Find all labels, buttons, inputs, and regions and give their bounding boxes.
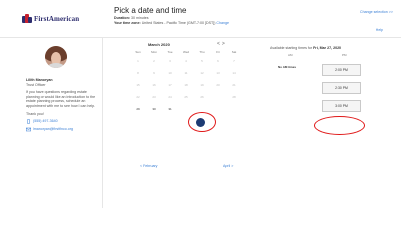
time-slot-button[interactable]: 2:00 PM bbox=[322, 64, 361, 76]
logo-text: FirstAmerican bbox=[34, 14, 80, 23]
calendar-week: 15 16 17 18 19 20 21 bbox=[130, 79, 246, 91]
calendar-day[interactable]: 16 bbox=[146, 79, 162, 91]
calendar-day[interactable]: 11 bbox=[178, 67, 194, 79]
logo-mark-icon bbox=[22, 14, 32, 23]
calendar-day[interactable]: 31 bbox=[162, 103, 178, 115]
duration-value: 30 minutes bbox=[130, 16, 149, 20]
calendar-day[interactable]: 18 bbox=[178, 79, 194, 91]
calendar-day[interactable]: 25 bbox=[178, 91, 194, 103]
calendar-month: March 2020 bbox=[148, 42, 170, 47]
available-times-heading: Available starting times for Fri, Mar 27… bbox=[270, 46, 341, 50]
phone-icon bbox=[27, 119, 30, 125]
calendar-day[interactable]: 12 bbox=[194, 67, 210, 79]
calendar-day[interactable]: 2 bbox=[146, 55, 162, 67]
calendar-nav: <> bbox=[217, 41, 227, 47]
calendar-weeks: 1 2 3 4 5 6 7 8 9 10 11 12 13 14 15 16 17 18 19 20 21 22 23 24 2… bbox=[130, 55, 246, 115]
profile-panel: Lilith Manoryan Trust Officer If you hav… bbox=[26, 78, 98, 135]
duration-label: Duration: bbox=[114, 16, 130, 20]
calendar-day[interactable]: 6 bbox=[210, 55, 226, 67]
time-highlight-circle bbox=[314, 116, 365, 135]
calendar-day[interactable]: 22 bbox=[130, 91, 146, 103]
calendar-week: 1234567 bbox=[130, 55, 246, 67]
calendar-day[interactable]: 8 bbox=[130, 67, 146, 79]
calendar-day bbox=[210, 103, 226, 115]
company-logo[interactable]: FirstAmerican bbox=[22, 14, 79, 23]
next-month-icon[interactable]: > bbox=[222, 41, 227, 47]
calendar-day[interactable]: 23 bbox=[146, 91, 162, 103]
help-link[interactable]: Help bbox=[376, 28, 383, 32]
page-title: Pick a date and time bbox=[114, 6, 187, 15]
panel-divider bbox=[102, 38, 103, 208]
calendar-day[interactable]: 30 bbox=[146, 103, 162, 115]
no-am-times: No AM times bbox=[278, 65, 297, 69]
avatar bbox=[45, 46, 67, 68]
timezone-label: Your time zone: bbox=[114, 21, 141, 25]
profile-blurb: If you have questions regarding estate p… bbox=[26, 90, 96, 108]
calendar-day[interactable]: 28 bbox=[226, 91, 242, 103]
date-highlight-circle bbox=[188, 112, 216, 132]
available-times-date: Fri, Mar 27, 2020 bbox=[313, 46, 342, 50]
calendar-day[interactable]: 14 bbox=[226, 67, 242, 79]
calendar-day[interactable]: 3 bbox=[162, 55, 178, 67]
change-selection-link[interactable]: Change selection >> bbox=[360, 10, 393, 14]
calendar-day[interactable]: 29 bbox=[130, 103, 146, 115]
phone-number: (555) 497-3640 bbox=[33, 119, 58, 124]
calendar-day[interactable]: 7 bbox=[226, 55, 242, 67]
calendar-day[interactable]: 27 bbox=[210, 91, 226, 103]
time-slot-button[interactable]: 2:30 PM bbox=[322, 82, 361, 94]
next-month-link[interactable]: April > bbox=[223, 164, 233, 168]
calendar-day[interactable]: 19 bbox=[194, 79, 210, 91]
am-column-label: AM bbox=[288, 53, 293, 57]
profile-thanks: Thank you! bbox=[26, 111, 44, 116]
calendar-week: 8 9 10 11 12 13 14 bbox=[130, 67, 246, 79]
calendar-day[interactable]: 20 bbox=[210, 79, 226, 91]
timezone-change-link[interactable]: Change bbox=[216, 21, 229, 25]
calendar-day bbox=[178, 103, 194, 115]
calendar-day bbox=[226, 103, 242, 115]
calendar-week: 22 23 24 25 26 27 28 bbox=[130, 91, 246, 103]
prev-month-link[interactable]: < February bbox=[140, 164, 157, 168]
calendar-day[interactable]: 26 bbox=[194, 91, 210, 103]
available-times-prefix: Available starting times for bbox=[270, 46, 313, 50]
time-slot-button[interactable]: 3:00 PM bbox=[322, 100, 361, 112]
timezone-value: United States - Pacific Time (GMT-7:00 [… bbox=[141, 21, 216, 25]
calendar-day[interactable]: 9 bbox=[146, 67, 162, 79]
calendar-day[interactable]: 17 bbox=[162, 79, 178, 91]
calendar-day[interactable]: 10 bbox=[162, 67, 178, 79]
email-contact[interactable]: lmanoryan@firstfinco.org bbox=[26, 127, 98, 132]
calendar-week: 29 30 31 bbox=[130, 103, 246, 115]
profile-role: Trust Officer bbox=[26, 82, 46, 87]
calendar-day[interactable]: 21 bbox=[226, 79, 242, 91]
calendar-day[interactable]: 24 bbox=[162, 91, 178, 103]
pm-column-label: PM bbox=[342, 53, 347, 57]
meeting-info: Duration: 30 minutes Your time zone: Uni… bbox=[114, 16, 229, 26]
email-address: lmanoryan@firstfinco.org bbox=[33, 127, 73, 132]
calendar-day[interactable]: 1 bbox=[130, 55, 146, 67]
calendar-day[interactable]: 13 bbox=[210, 67, 226, 79]
calendar-day[interactable]: 4 bbox=[178, 55, 194, 67]
calendar-day[interactable]: 15 bbox=[130, 79, 146, 91]
calendar-day[interactable]: 5 bbox=[194, 55, 210, 67]
phone-contact[interactable]: (555) 497-3640 bbox=[26, 119, 98, 125]
calendar-grid: Sun Mon Tue Wed Thu Fri Sat 1 2 3 4 5 6 7 8 9 10 1… bbox=[130, 49, 246, 115]
email-icon bbox=[26, 127, 31, 132]
